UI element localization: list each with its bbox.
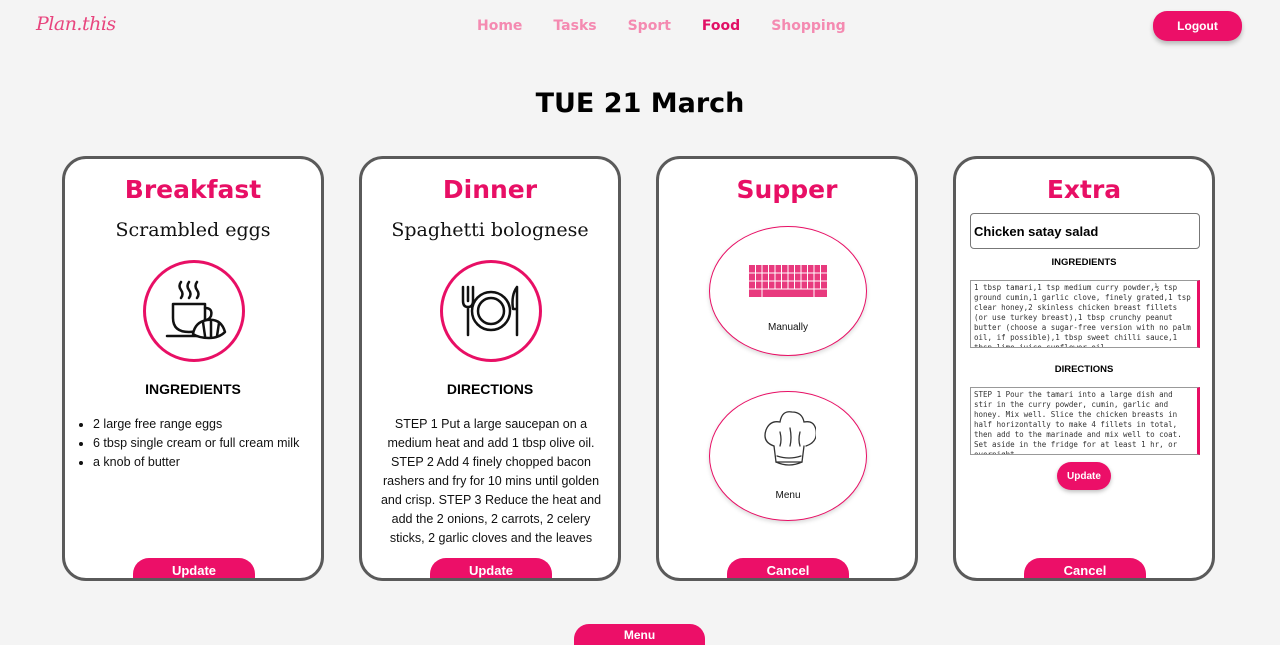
keyboard-icon [749, 265, 827, 297]
dish-name-input[interactable] [970, 213, 1200, 249]
chef-hat-icon [764, 411, 816, 466]
card-title: Breakfast [124, 175, 262, 204]
page-title: TUE 21 March [535, 88, 745, 119]
nav-shopping[interactable]: Shopping [771, 18, 846, 34]
dish-name: Spaghetti bolognese [391, 219, 589, 241]
menu-option[interactable]: Menu [709, 391, 867, 521]
directions-text: STEP 1 Put a large saucepan on a medium … [380, 417, 602, 545]
dinner-card: Dinner Spaghetti bolognese DIRECTIONS ST… [359, 156, 621, 581]
update-button[interactable]: Update [430, 558, 552, 578]
main-nav: Home Tasks Sport Food Shopping [477, 18, 877, 34]
ingredients-textarea[interactable]: 1 tbsp tamari,1 tsp medium curry powder,… [970, 280, 1200, 348]
update-button[interactable]: Update [133, 558, 255, 578]
extra-card: Extra INGREDIENTS 1 tbsp tamari,1 tsp me… [953, 156, 1215, 581]
cancel-button[interactable]: Cancel [1024, 558, 1146, 578]
breakfast-card: Breakfast Scrambled eggs INGREDIENTS 2 l… [62, 156, 324, 581]
logout-button[interactable]: Logout [1153, 11, 1242, 41]
directions-heading: DIRECTIONS [446, 381, 534, 397]
card-title: Extra [1046, 175, 1122, 204]
supper-card: Supper Manually Menu Cancel [656, 156, 918, 581]
nav-sport[interactable]: Sport [628, 18, 671, 34]
cancel-button[interactable]: Cancel [727, 558, 849, 578]
list-item: 6 tbsp single cream or full cream milk [93, 434, 299, 453]
ingredients-heading: INGREDIENTS [145, 381, 241, 397]
nav-food[interactable]: Food [702, 18, 740, 34]
nav-home[interactable]: Home [477, 18, 522, 34]
manual-entry-option[interactable]: Manually [709, 226, 867, 356]
card-title: Supper [736, 175, 838, 204]
ingredients-heading: INGREDIENTS [1051, 257, 1117, 268]
option-label: Menu [775, 490, 801, 501]
top-navbar: Plan.this Home Tasks Sport Food Shopping… [0, 0, 1280, 54]
plate-cutlery-icon [440, 260, 542, 362]
ingredients-list: 2 large free range eggs 6 tbsp single cr… [93, 415, 299, 472]
app-logo[interactable]: Plan.this [36, 13, 116, 35]
menu-button[interactable]: Menu [574, 624, 705, 645]
list-item: a knob of butter [93, 453, 299, 472]
option-label: Manually [767, 322, 809, 333]
nav-tasks[interactable]: Tasks [553, 18, 596, 34]
update-button[interactable]: Update [1057, 462, 1111, 490]
directions-heading: DIRECTIONS [1054, 364, 1114, 375]
coffee-croissant-icon [143, 260, 245, 362]
dish-name: Scrambled eggs [115, 219, 271, 241]
card-title: Dinner [442, 175, 538, 204]
list-item: 2 large free range eggs [93, 415, 299, 434]
directions-textarea[interactable]: STEP 1 Pour the tamari into a large dish… [970, 387, 1200, 455]
